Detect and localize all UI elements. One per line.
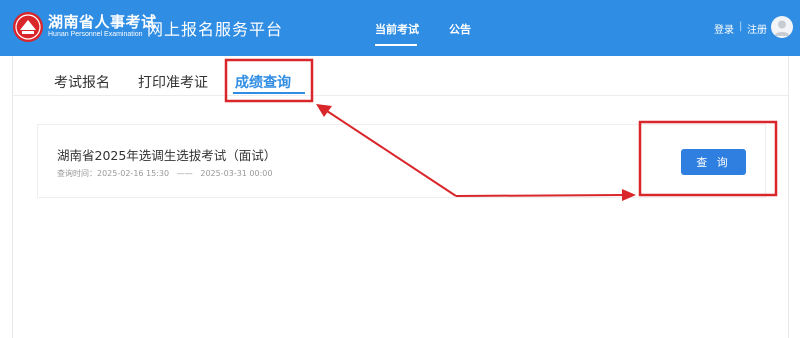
tabs-divider [12,95,789,96]
time-end: 2025-03-31 00:00 [200,169,273,178]
exam-query-time: 查询时间：2025-02-16 15:30 —— 2025-03-31 00:0… [57,168,272,179]
time-start: 2025-02-16 15:30 [97,169,170,178]
emblem-logo-icon[interactable] [12,11,44,43]
tab-exam-registration[interactable]: 考试报名 [54,72,110,92]
nav-current-exams[interactable]: 当前考试 [375,21,419,37]
logo-subtitle: Hunan Personnel Examination [48,31,143,38]
query-button[interactable]: 查 询 [681,149,746,175]
register-link[interactable]: 注册 [747,21,767,36]
tab-score-query[interactable]: 成绩查询 [235,72,291,92]
nav-active-indicator [375,44,417,46]
avatar-icon[interactable] [771,16,793,38]
time-dash: —— [176,169,193,178]
login-link[interactable]: 登录 [714,21,734,36]
time-label: 查询时间： [57,169,97,178]
login-register-separator: | [739,21,743,32]
top-header: 湖南省人事考试 Hunan Personnel Examination 网上报名… [0,0,800,56]
nav-announcements[interactable]: 公告 [449,21,471,37]
exam-title: 湖南省2025年选调生选拔考试（面试） [57,148,277,163]
logo-title[interactable]: 湖南省人事考试 [48,11,157,32]
tab-active-indicator [233,92,305,94]
site-title: 网上报名服务平台 [147,20,284,39]
tab-print-admission-ticket[interactable]: 打印准考证 [138,72,208,92]
